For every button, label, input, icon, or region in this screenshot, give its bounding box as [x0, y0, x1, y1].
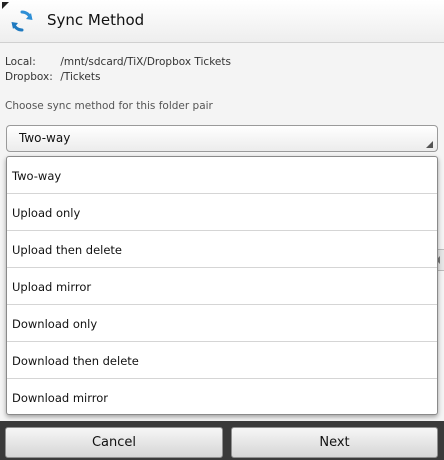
option-download-only[interactable]: Download only: [7, 305, 437, 342]
option-label: Upload then delete: [12, 243, 122, 257]
cancel-button[interactable]: Cancel: [5, 427, 223, 458]
sync-method-prompt: Choose sync method for this folder pair: [5, 100, 213, 112]
button-bar: Cancel Next: [0, 421, 444, 460]
dropbox-path: /Tickets: [60, 71, 101, 83]
next-button[interactable]: Next: [231, 427, 438, 458]
option-label: Download then delete: [12, 354, 139, 368]
option-label: Upload only: [12, 206, 81, 220]
title-bar: Sync Method: [0, 0, 444, 43]
local-row: Local: /mnt/sdcard/TiX/Dropbox Tickets: [5, 55, 231, 70]
option-label: Upload mirror: [12, 280, 92, 294]
option-download-mirror[interactable]: Download mirror: [7, 379, 437, 414]
option-upload-mirror[interactable]: Upload mirror: [7, 268, 437, 305]
sync-method-options-list: Two-way Upload only Upload then delete U…: [6, 156, 438, 415]
dropbox-row: Dropbox: /Tickets: [5, 70, 231, 85]
corner-mark-icon: [2, 2, 9, 9]
option-label: Two-way: [12, 169, 62, 183]
sync-icon: [11, 10, 33, 32]
folder-pair-info: Local: /mnt/sdcard/TiX/Dropbox Tickets D…: [5, 55, 231, 85]
option-two-way[interactable]: Two-way: [7, 157, 437, 194]
local-path: /mnt/sdcard/TiX/Dropbox Tickets: [60, 56, 231, 68]
sync-method-dialog: Sync Method Local: /mnt/sdcard/TiX/Dropb…: [0, 0, 444, 460]
option-upload-only[interactable]: Upload only: [7, 194, 437, 231]
local-label: Local:: [5, 56, 36, 68]
option-label: Download only: [12, 317, 98, 331]
dropdown-caret-icon: [426, 141, 433, 148]
selected-value: Two-way: [19, 131, 71, 145]
option-download-then-delete[interactable]: Download then delete: [7, 342, 437, 379]
dropbox-label: Dropbox:: [5, 71, 53, 83]
option-upload-then-delete[interactable]: Upload then delete: [7, 231, 437, 268]
dialog-title: Sync Method: [47, 11, 145, 29]
option-label: Download mirror: [12, 391, 108, 405]
sync-method-select[interactable]: Two-way: [6, 125, 438, 152]
